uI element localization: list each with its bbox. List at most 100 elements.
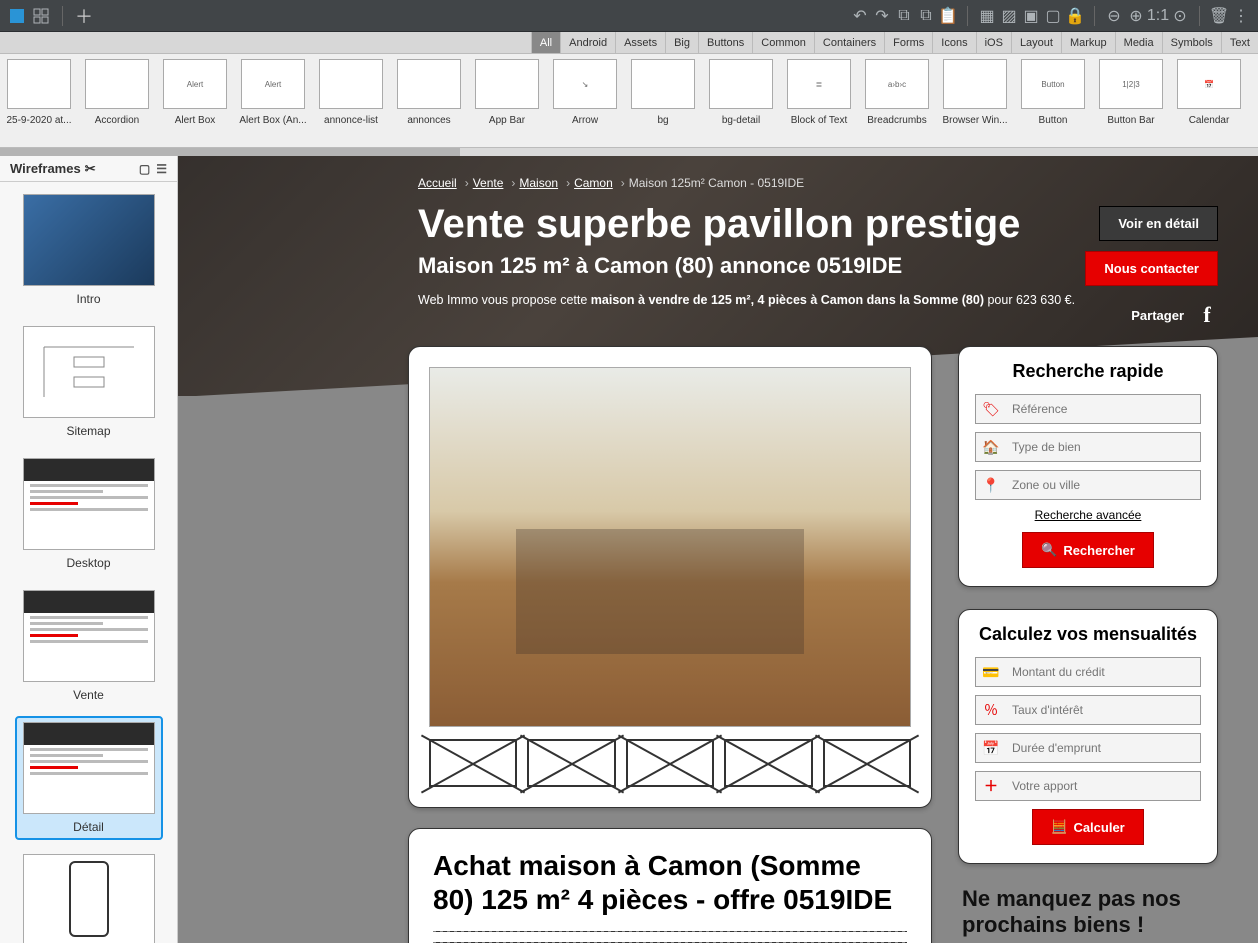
shelf-item[interactable]: AlertAlert Box (An... [234,54,312,147]
shelf-item[interactable]: ↘Arrow [546,54,624,147]
copy-icon[interactable]: ⧉ [895,7,913,25]
group-icon[interactable]: ▦ [978,7,996,25]
filter-tab-markup[interactable]: Markup [1061,32,1115,53]
gallery-thumb[interactable] [527,739,615,787]
gallery-main-image[interactable] [429,367,911,727]
wireframe-item-sitemap[interactable]: Sitemap [15,320,163,444]
filter-tab-forms[interactable]: Forms [884,32,932,53]
advanced-search-link[interactable]: Recherche avancée [975,508,1201,522]
duration-input[interactable] [1006,741,1200,755]
filter-tab-all[interactable]: All [531,32,560,53]
shelf-item[interactable]: a›b›cBreadcrumbs [858,54,936,147]
filter-tab-android[interactable]: Android [560,32,615,53]
calc-panel: Calculez vos mensualités 💳 ％ 📅 [958,609,1218,864]
calendar-icon: 📅 [976,740,1006,757]
zone-input[interactable] [1006,478,1200,492]
clipboard-icon[interactable]: 📋 [939,7,957,25]
filter-tab-text[interactable]: Text [1221,32,1258,53]
ungroup-icon[interactable]: ▨ [1000,7,1018,25]
filter-tab-big[interactable]: Big [665,32,698,53]
zoom-in-icon[interactable]: ⊕ [1127,7,1145,25]
lock-icon[interactable]: 🔒 [1066,7,1084,25]
description-title: Achat maison à Camon (Somme 80) 125 m² 4… [433,849,907,916]
dont-miss-block: Ne manquez pas nos prochains biens ! Res… [958,886,1218,943]
search-icon: 🔍 [1041,542,1057,558]
zoom-fit-icon[interactable]: 1:1 [1149,7,1167,25]
shelf-item[interactable]: App Bar [468,54,546,147]
filter-tab-symbols[interactable]: Symbols [1162,32,1221,53]
gallery-thumb[interactable] [429,739,517,787]
shelf-scrollbar[interactable] [0,148,1258,156]
gallery-thumb[interactable] [724,739,812,787]
shelf-item[interactable]: Browser Win... [936,54,1014,147]
filter-tab-media[interactable]: Media [1115,32,1162,53]
pin-icon: 📍 [976,477,1006,494]
shelf-item[interactable]: Accordion [78,54,156,147]
calculator-icon: 🧮 [1051,819,1067,835]
type-input[interactable] [1006,440,1200,454]
crumb-link[interactable]: Accueil [418,176,457,190]
gallery-card [408,346,932,808]
view-single-icon[interactable] [8,7,26,25]
shelf-item[interactable]: ButtonButton [1014,54,1092,147]
view-grid-icon[interactable] [32,7,50,25]
delete-icon[interactable]: 🗑 [1210,7,1228,25]
view-detail-button[interactable]: Voir en détail [1099,206,1218,241]
calc-button[interactable]: 🧮 Calculer [1032,809,1144,845]
wireframe-item-intro[interactable]: Intro [15,188,163,312]
bring-front-icon[interactable]: ▣ [1022,7,1040,25]
description-card: Achat maison à Camon (Somme 80) 125 m² 4… [408,828,932,943]
shelf-item[interactable]: annonce-list [312,54,390,147]
gallery-thumb[interactable] [823,739,911,787]
tag-icon: 🏷 [976,401,1006,418]
filter-tab-buttons[interactable]: Buttons [698,32,752,53]
gallery-thumb[interactable] [626,739,714,787]
zoom-actual-icon[interactable]: ⊙ [1171,7,1189,25]
shelf-item[interactable]: bg-detail [702,54,780,147]
zoom-out-icon[interactable]: ⊖ [1105,7,1123,25]
calc-title: Calculez vos mensualités [975,624,1201,645]
sidebar-thumb-view-icon[interactable]: ▢ [139,162,150,176]
shelf-item[interactable]: bg [624,54,702,147]
credit-input[interactable] [1006,665,1200,679]
filter-tab-assets[interactable]: Assets [615,32,665,53]
shelf-item[interactable]: AlertAlert Box [156,54,234,147]
undo-icon[interactable]: ↶ [851,7,869,25]
sidebar-list-view-icon[interactable]: ☰ [156,162,167,176]
plus-icon: ＋ [976,776,1006,796]
shelf-item[interactable]: 1|2|3Button Bar [1092,54,1170,147]
dont-miss-title: Ne manquez pas nos prochains biens ! [962,886,1218,938]
wireframe-item-détail[interactable]: Détail [15,716,163,840]
redo-icon[interactable]: ↷ [873,7,891,25]
paste-icon[interactable]: ⧉ [917,7,935,25]
contact-button[interactable]: Nous contacter [1085,251,1218,286]
filter-tab-icons[interactable]: Icons [932,32,975,53]
crumb-link[interactable]: Vente [473,176,504,190]
sidebar-title: Wireframes [10,161,81,176]
percent-icon: ％ [976,700,1006,720]
send-back-icon[interactable]: ▢ [1044,7,1062,25]
reference-input[interactable] [1006,402,1200,416]
crumb-link[interactable]: Camon [574,176,613,190]
wireframe-item-desktop[interactable]: Desktop [15,452,163,576]
search-button[interactable]: 🔍 Rechercher [1022,532,1154,568]
search-title: Recherche rapide [975,361,1201,382]
shelf-item[interactable]: annonces [390,54,468,147]
filter-tab-common[interactable]: Common [752,32,814,53]
shelf-item[interactable]: 📅Calendar [1170,54,1248,147]
shelf-item[interactable]: 25-9-2020 at... [0,54,78,147]
shelf-item[interactable]: ≣Block of Text [780,54,858,147]
own-input[interactable] [1006,779,1200,793]
rate-input[interactable] [1006,703,1200,717]
facebook-icon[interactable]: f [1196,304,1218,326]
add-icon[interactable]: ＋ [75,7,93,25]
more-icon[interactable]: ⋮ [1232,7,1250,25]
page-subtitle: Maison 125 m² à Camon (80) annonce 0519I… [418,253,1198,279]
crumb-link[interactable]: Maison [519,176,558,190]
lorem-placeholder [433,928,907,943]
filter-tab-ios[interactable]: iOS [976,32,1011,53]
filter-tab-layout[interactable]: Layout [1011,32,1061,53]
wireframe-item-vente[interactable]: Vente [15,584,163,708]
filter-tab-containers[interactable]: Containers [814,32,884,53]
wireframe-item-mobile[interactable]: Mobile [15,848,163,943]
